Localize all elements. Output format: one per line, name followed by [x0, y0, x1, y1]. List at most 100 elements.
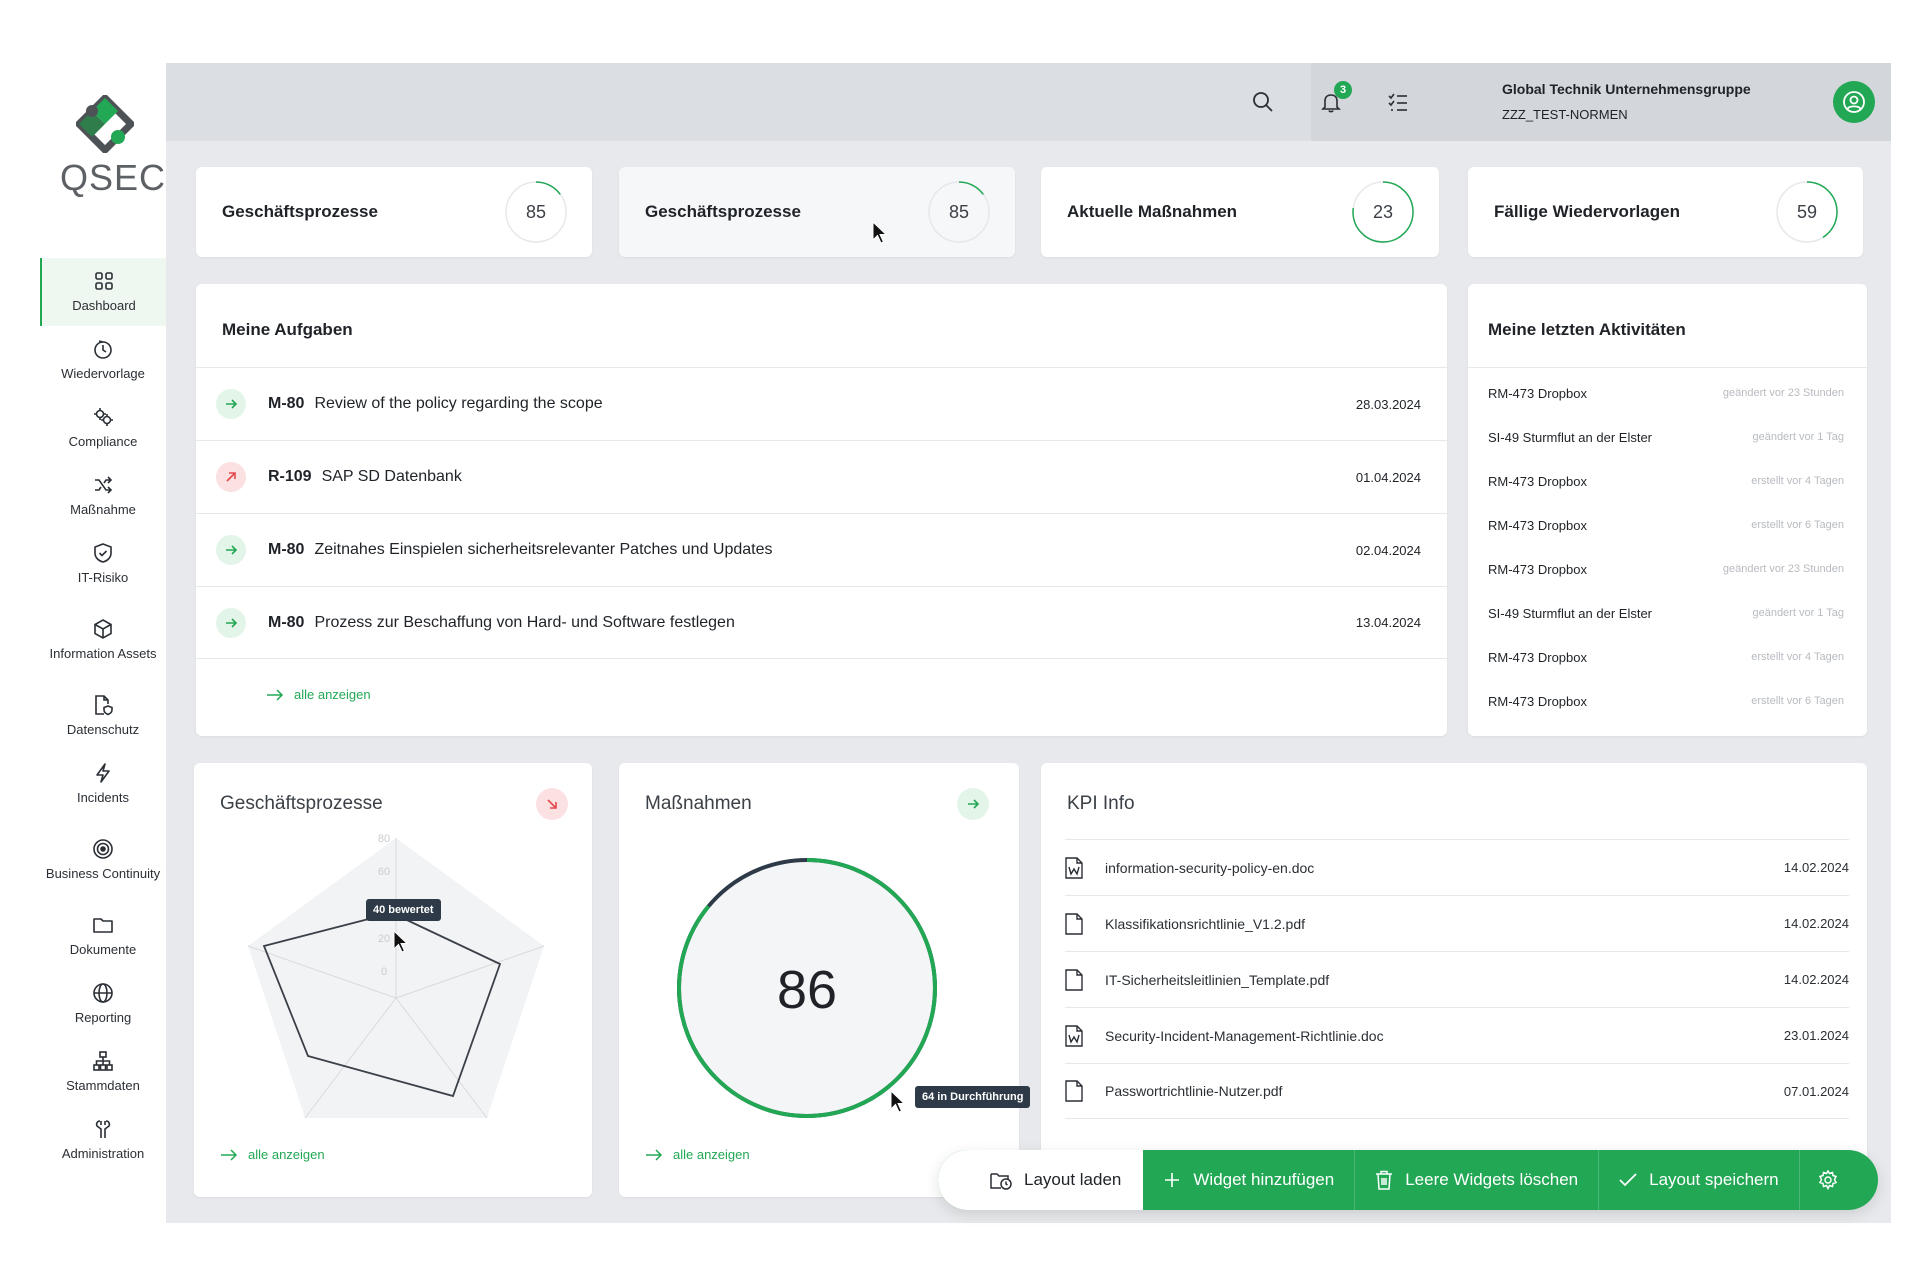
- gauge-title: Maßnahmen: [645, 793, 752, 814]
- cube-icon: [94, 619, 112, 639]
- file-name: IT-Sicherheitsleitlinien_Template.pdf: [1105, 971, 1330, 988]
- settings-button[interactable]: [1800, 1150, 1868, 1210]
- shuffle-icon: [95, 476, 113, 494]
- kpi-card[interactable]: Geschäftsprozesse 85: [196, 167, 592, 257]
- avatar[interactable]: [1833, 81, 1875, 123]
- shield-icon: [94, 543, 112, 563]
- sidebar-item-business-continuity[interactable]: Business Continuity: [40, 818, 166, 902]
- task-text: Zeitnahes Einspielen sicherheitsrelevant…: [314, 541, 773, 558]
- sidebar-item-dokumente[interactable]: Dokumente: [40, 902, 166, 970]
- sidebar-item-information-assets[interactable]: Information Assets: [40, 598, 166, 682]
- activity-meta: geändert vor 23 Stunden: [1722, 563, 1844, 575]
- sidebar-item-administration[interactable]: Administration: [40, 1106, 166, 1174]
- radar-scale-label: 0: [381, 966, 387, 978]
- sidebar-item-label: Datenschutz: [66, 722, 140, 737]
- activity-row[interactable]: RM-473 Dropbox erstellt vor 4 Tagen: [1488, 635, 1844, 679]
- organization-info[interactable]: Global Technik Unternehmensgruppe ZZZ_TE…: [1502, 81, 1751, 122]
- sidebar-item-label: Dokumente: [69, 942, 137, 957]
- file-name: information-security-policy-en.doc: [1105, 859, 1315, 876]
- radar-show-all-link[interactable]: alle anzeigen: [220, 1147, 325, 1162]
- kpi-label: Geschäftsprozesse: [222, 202, 378, 221]
- kpi-card[interactable]: Aktuelle Maßnahmen 23: [1041, 167, 1439, 257]
- gauge-value: 86: [777, 960, 837, 1020]
- qsec-logo-icon: [76, 95, 134, 153]
- activity-row[interactable]: RM-473 Dropbox erstellt vor 4 Tagen: [1488, 459, 1844, 503]
- activity-row[interactable]: RM-473 Dropbox geändert vor 23 Stunden: [1488, 547, 1844, 591]
- sidebar-item-compliance[interactable]: Compliance: [40, 394, 166, 462]
- activity-name: SI-49 Sturmflut an der Elster: [1488, 605, 1653, 621]
- file-row[interactable]: Klassifikationsrichtlinie_V1.2.pdf 14.02…: [1065, 895, 1849, 951]
- save-layout-button[interactable]: Layout speichern: [1599, 1150, 1800, 1210]
- task-row[interactable]: M-80 Zeitnahes Einspielen sicherheitsrel…: [196, 513, 1447, 586]
- activity-name: SI-49 Sturmflut an der Elster: [1488, 429, 1653, 445]
- checklist-icon: [1388, 93, 1407, 111]
- mouse-cursor-icon: [872, 221, 888, 244]
- task-code: M-80: [268, 541, 305, 558]
- sidebar-item-label: Information Assets: [49, 646, 157, 661]
- clear-widgets-button[interactable]: Leere Widgets löschen: [1355, 1150, 1600, 1210]
- sidebar-item-label: Compliance: [68, 434, 138, 449]
- sidebar-item-incidents[interactable]: Incidents: [40, 750, 166, 818]
- activity-row[interactable]: RM-473 Dropbox erstellt vor 6 Tagen: [1488, 679, 1844, 723]
- task-row[interactable]: M-80 Prozess zur Beschaffung von Hard- u…: [196, 586, 1447, 659]
- org-name: Global Technik Unternehmensgruppe: [1502, 81, 1751, 97]
- kpi-label: Aktuelle Maßnahmen: [1067, 202, 1238, 221]
- sidebar-item-datenschutz[interactable]: Datenschutz: [40, 682, 166, 750]
- activity-row[interactable]: SI-49 Sturmflut an der Elster geändert vo…: [1488, 415, 1844, 459]
- sidebar-nav: Dashboard Wiedervorlage Compliance Maßna…: [40, 258, 166, 1174]
- file-row[interactable]: information-security-policy-en.doc 14.02…: [1065, 839, 1849, 895]
- sidebar-item-massnahme[interactable]: Maßnahme: [40, 462, 166, 530]
- activity-name: RM-473 Dropbox: [1488, 649, 1587, 665]
- file-row[interactable]: Security-Incident-Management-Richtlinie.…: [1065, 1007, 1849, 1063]
- sidebar-item-label: Reporting: [74, 1010, 132, 1025]
- clear-widgets-label: Leere Widgets löschen: [1405, 1170, 1579, 1189]
- task-date: 13.04.2024: [1355, 615, 1421, 630]
- mouse-cursor-icon: [393, 930, 409, 953]
- activity-meta: erstellt vor 6 Tagen: [1751, 519, 1844, 531]
- sidebar-item-it-risiko[interactable]: IT-Risiko: [40, 530, 166, 598]
- divider: [1468, 367, 1867, 368]
- file-icon: [1065, 1080, 1083, 1102]
- load-layout-button[interactable]: Layout laden: [938, 1150, 1144, 1210]
- arrow-right-icon: [226, 545, 238, 555]
- file-name: Passwortrichtlinie-Nutzer.pdf: [1105, 1083, 1283, 1099]
- sidebar-item-label: Maßnahme: [70, 502, 136, 517]
- task-date: 02.04.2024: [1355, 542, 1421, 558]
- sidebar-item-reporting[interactable]: Reporting: [40, 970, 166, 1038]
- activity-meta: geändert vor 1 Tag: [1752, 607, 1844, 619]
- file-row[interactable]: IT-Sicherheitsleitlinien_Template.pdf 14…: [1065, 951, 1849, 1007]
- task-date: 01.04.2024: [1355, 469, 1421, 485]
- radar-scale-label: 60: [378, 866, 390, 878]
- tasks-button[interactable]: [1383, 87, 1413, 117]
- activity-row[interactable]: RM-473 Dropbox geändert vor 23 Stunden: [1488, 371, 1844, 415]
- word-doc-icon: [1065, 1024, 1083, 1047]
- notifications-button[interactable]: 3: [1316, 81, 1352, 117]
- arrow-right-icon: [968, 799, 980, 809]
- task-row[interactable]: R-109 SAP SD Datenbank 01.04.2024: [196, 440, 1447, 513]
- task-row[interactable]: M-80 Review of the policy regarding the …: [196, 367, 1447, 440]
- kpi-card[interactable]: Fällige Wiedervorlagen 59: [1468, 167, 1863, 257]
- add-widget-label: Widget hinzufügen: [1193, 1170, 1335, 1189]
- tasks-widget: Meine Aufgaben M-80 Review of the policy…: [196, 284, 1447, 736]
- add-widget-button[interactable]: Widget hinzufügen: [1143, 1150, 1356, 1210]
- search-button[interactable]: [1248, 87, 1278, 117]
- arrow-right-icon: [226, 617, 238, 628]
- sidebar-item-label: Wiedervorlage: [61, 366, 145, 381]
- radar-trend-button[interactable]: [536, 788, 568, 820]
- activity-row[interactable]: SI-49 Sturmflut an der Elster geändert vo…: [1488, 591, 1844, 635]
- sidebar-item-stammdaten[interactable]: Stammdaten: [40, 1038, 166, 1106]
- kpi-value: 23: [1372, 201, 1394, 222]
- task-text: Review of the policy regarding the scope: [314, 395, 603, 412]
- gauge-show-all-link[interactable]: alle anzeigen: [645, 1147, 750, 1162]
- lightning-icon: [96, 763, 110, 783]
- file-row[interactable]: Passwortrichtlinie-Nutzer.pdf 07.01.2024: [1065, 1063, 1849, 1119]
- sidebar-item-wiedervorlage[interactable]: Wiedervorlage: [40, 326, 166, 394]
- tasks-show-all-link[interactable]: alle anzeigen: [266, 687, 371, 702]
- gauge-trend-button[interactable]: [957, 788, 989, 820]
- show-all-label: alle anzeigen: [673, 1147, 750, 1162]
- activity-row[interactable]: RM-473 Dropbox erstellt vor 6 Tagen: [1488, 503, 1844, 547]
- kpi-card[interactable]: Geschäftsprozesse 85: [619, 167, 1015, 257]
- logo-text: QSEC: [60, 157, 167, 198]
- gears-icon: [94, 408, 113, 426]
- sidebar-item-dashboard[interactable]: Dashboard: [40, 258, 166, 326]
